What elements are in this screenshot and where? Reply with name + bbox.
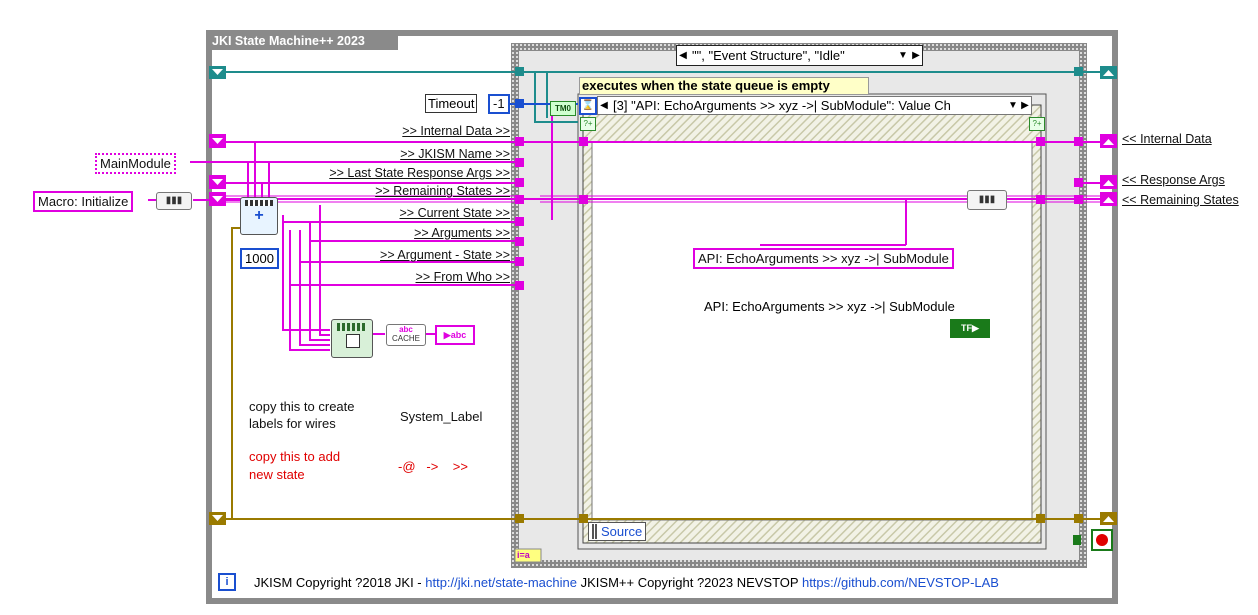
prev-event-arrow-icon[interactable]: ◀	[598, 100, 610, 111]
system-label: System_Label	[400, 409, 483, 424]
labels-note-line2: labels for wires	[249, 416, 336, 431]
boolean-control[interactable]: TF▶	[950, 319, 990, 338]
format-labels-vi-icon	[331, 319, 373, 358]
event-selector-value: [3] "API: EchoArguments >> xyz ->| SubMo…	[613, 98, 951, 113]
iteration-terminal: i=a	[517, 550, 530, 560]
cache-vi-icon: abc CACHE	[386, 324, 426, 346]
state-syntax-note: -@ -> >>	[398, 459, 468, 474]
footer: i JKISM Copyright ?2018 JKI - http://jki…	[218, 573, 999, 591]
output-remaining-states: << Remaining States	[1122, 193, 1239, 207]
api-control-label: API: EchoArguments >> xyz ->| SubModule	[704, 299, 955, 314]
output-response-args: << Response Args	[1122, 173, 1225, 187]
timeout-constant[interactable]: -1	[488, 94, 510, 114]
source-node: Source	[588, 522, 647, 541]
while-loop-title: JKI State Machine++ 2023	[212, 34, 365, 48]
next-case-arrow-icon[interactable]: ▶	[910, 50, 922, 61]
footer-link-jki[interactable]: http://jki.net/state-machine	[425, 575, 577, 590]
shift-register-label: >> From Who >>	[415, 270, 510, 284]
footer-prefix: JKISM Copyright ?2018 JKI -	[254, 574, 426, 590]
timeout-terminal: TM0	[550, 101, 576, 116]
main-module-constant[interactable]: MainModule	[95, 153, 176, 174]
cache-abc-text: abc	[399, 325, 413, 334]
hourglass-icon: ⌛	[579, 97, 597, 115]
shift-register-label: >> Argument - State >>	[380, 248, 510, 262]
output-internal-data: << Internal Data	[1122, 132, 1212, 146]
footer-link-github[interactable]: https://github.com/NEVSTOP-LAB	[802, 575, 999, 590]
constant-1000[interactable]: 1000	[240, 248, 279, 269]
event-data-node-right-icon: ?+	[1029, 117, 1045, 131]
macro-initialize-constant[interactable]: Macro: Initialize	[33, 191, 134, 212]
shift-register-label: >> Remaining States >>	[375, 184, 510, 198]
shift-register-label: >> Last State Response Args >>	[329, 166, 510, 180]
string-indicator-text: abc	[450, 330, 467, 340]
new-state-note-line2: new state	[249, 467, 305, 482]
prev-case-arrow-icon[interactable]: ◀	[677, 50, 689, 61]
case-dropdown-icon[interactable]: ▼	[896, 50, 910, 61]
timeout-label: Timeout	[425, 94, 478, 113]
subdiagram-label: executes when the state queue is empty	[579, 77, 869, 95]
build-array-right-icon: ▮▮▮	[967, 190, 1007, 210]
api-string-constant[interactable]: API: EchoArguments >> xyz ->| SubModule	[693, 248, 954, 269]
info-icon: i	[218, 573, 236, 591]
shift-register-label: >> JKISM Name >>	[400, 147, 510, 161]
boolean-control-text: TF	[961, 323, 973, 333]
shift-register-label: >> Internal Data >>	[402, 124, 510, 138]
new-state-note-line1: copy this to add	[249, 449, 341, 464]
cluster-icon	[592, 524, 598, 539]
case-selector[interactable]: ◀ "", "Event Structure", "Idle" ▼ ▶	[676, 45, 923, 66]
build-array-icon: ▮▮▮	[156, 192, 192, 210]
shift-register-label: >> Current State >>	[399, 206, 511, 220]
labels-note-line1: copy this to create	[249, 399, 355, 414]
event-dropdown-icon[interactable]: ▼	[1007, 100, 1019, 111]
string-indicator: ▶abc	[435, 325, 475, 345]
cache-text: CACHE	[391, 334, 420, 343]
footer-middle: JKISM++ Copyright ?2023 NEVSTOP	[577, 574, 802, 590]
parse-state-queue-icon: +	[240, 197, 278, 235]
case-selector-value: "", "Event Structure", "Idle"	[692, 48, 845, 63]
shift-register-label: >> Arguments >>	[414, 226, 510, 240]
event-selector[interactable]: ◀ [3] "API: EchoArguments >> xyz ->| Sub…	[597, 96, 1032, 115]
source-label: Source	[601, 524, 643, 539]
next-event-arrow-icon[interactable]: ▶	[1019, 100, 1031, 111]
event-data-node-icon: ?+	[580, 117, 596, 131]
